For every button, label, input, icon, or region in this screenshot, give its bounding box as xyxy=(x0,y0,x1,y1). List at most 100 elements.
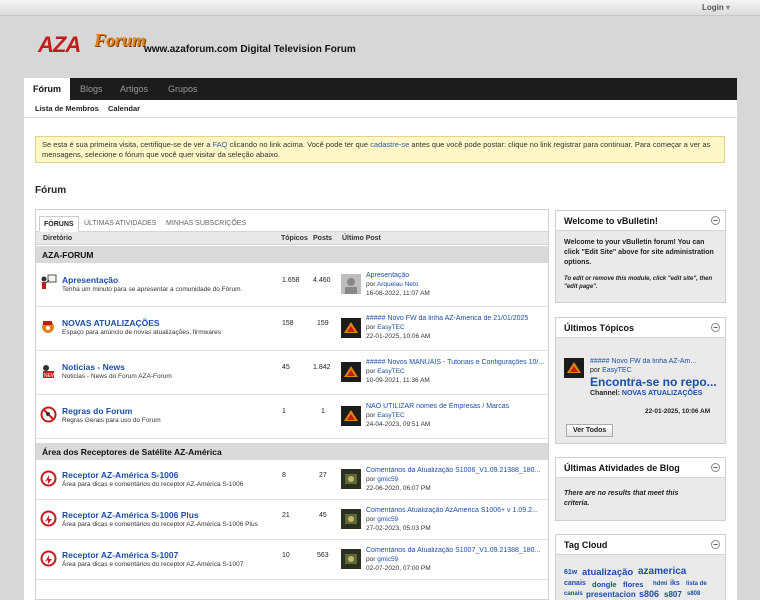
tag-cloud-widget: Tag Cloud − 61w atualização azamerica ca… xyxy=(555,534,726,600)
collapse-icon[interactable]: − xyxy=(711,216,720,225)
subnav-member-list[interactable]: Lista de Membros xyxy=(35,104,99,113)
by-label: por xyxy=(366,516,376,523)
by-label: por xyxy=(590,367,601,374)
user-thumbnail-icon[interactable] xyxy=(341,509,361,529)
by-label: por xyxy=(366,368,376,375)
topic-headline[interactable]: Encontra-se no repo... xyxy=(590,375,722,389)
forum-title[interactable]: Apresentação xyxy=(62,275,118,285)
author-link[interactable]: EasyTEC xyxy=(377,368,404,375)
forum-title[interactable]: Receptor AZ-América S-1006 xyxy=(62,470,178,480)
col-directory: Diretório xyxy=(43,235,73,242)
tag-link[interactable]: azamerica xyxy=(638,566,686,577)
last-post-date: 22-06-2020, 06:07 PM xyxy=(366,485,431,492)
avatar[interactable] xyxy=(341,274,361,294)
forum-title[interactable]: Noticias - News xyxy=(62,362,125,372)
tab-my-subscriptions[interactable]: MINHAS SUBSCRIÇÕES xyxy=(162,216,250,232)
tag-link[interactable]: lista de xyxy=(686,581,707,587)
tag-link[interactable]: canais xyxy=(564,591,583,597)
category-header[interactable]: Área dos Receptores de Satélite AZ-Améri… xyxy=(36,443,548,460)
aza-thumbnail-icon[interactable] xyxy=(341,318,361,338)
forum-description: Área para dicas e comentários do recepto… xyxy=(62,481,244,488)
empty-message: There are no results that meet this crit… xyxy=(564,490,679,507)
tab-blogs[interactable]: Blogs xyxy=(80,78,103,100)
tab-forums[interactable]: FÓRUNS xyxy=(39,216,79,232)
collapse-icon[interactable]: − xyxy=(711,323,720,332)
tag-link[interactable]: s807 xyxy=(664,590,682,599)
post-count: 45 xyxy=(319,512,327,519)
last-post-author: por gmic59 xyxy=(366,476,398,483)
forum-title[interactable]: Receptor AZ-América S-1007 xyxy=(62,550,178,560)
post-count: 1 xyxy=(321,408,325,415)
widget-title: Últimas Atividades de Blog − xyxy=(556,458,725,478)
last-post-title[interactable]: Comentários da Atualização S1007_V1.09.2… xyxy=(366,547,546,554)
tag-link[interactable]: s808 xyxy=(687,591,700,597)
user-thumbnail-icon[interactable] xyxy=(341,549,361,569)
forum-title[interactable]: Regras do Forum xyxy=(62,406,132,416)
logo-aza[interactable]: AZA xyxy=(38,32,81,58)
topic-link[interactable]: ##### Novo FW da linha AZ-Am... xyxy=(590,358,720,365)
last-post-date: 27-02-2023, 05:03 PM xyxy=(366,525,431,532)
forum-row: NOVAS ATUALIZAÇÕES Espaço para anúncio d… xyxy=(36,307,548,351)
view-all-button[interactable]: Ver Todos xyxy=(566,424,614,437)
tag-link[interactable]: iks xyxy=(670,580,680,587)
tab-latest-activity[interactable]: ÚLTIMAS ATIVIDADES xyxy=(80,216,160,232)
last-post-title[interactable]: Comentários Atualização AzAmerica S1006+… xyxy=(366,507,546,514)
last-post-date: 22-01-2025, 10:06 AM xyxy=(366,333,431,340)
last-post-title[interactable]: Apresentação xyxy=(366,272,546,279)
tab-forum[interactable]: Fórum xyxy=(24,78,70,100)
forum-description: Área para dicas e comentários do recepto… xyxy=(62,521,258,528)
faq-link[interactable]: FAQ xyxy=(213,140,228,149)
forum-row: NEWS Noticias - News Noticias - News do … xyxy=(36,351,548,395)
rules-icon xyxy=(40,406,57,423)
author-link[interactable]: EasyTEC xyxy=(377,324,404,331)
topic-count: 158 xyxy=(282,320,294,327)
author-link[interactable]: EasyTEC xyxy=(602,367,632,374)
tab-articles[interactable]: Artigos xyxy=(120,78,148,100)
forum-description: Tenha um minuto para se apresentar a com… xyxy=(62,286,243,293)
last-post-title[interactable]: ##### Novo FW da linha AZ-America de 21/… xyxy=(366,315,546,322)
author-link[interactable]: gmic59 xyxy=(377,556,398,563)
collapse-icon[interactable]: − xyxy=(711,463,720,472)
aza-thumbnail-icon[interactable] xyxy=(341,362,361,382)
update-icon xyxy=(40,318,57,335)
last-post-author: por EasyTEC xyxy=(366,368,405,375)
aza-thumbnail-icon[interactable] xyxy=(564,358,584,378)
last-post-author: por Arquelau Neto xyxy=(366,281,418,288)
login-menu[interactable]: Login ▾ xyxy=(702,3,730,12)
last-post-title[interactable]: Comentários da Atualização S1006_V1.09.2… xyxy=(366,467,546,474)
topic-count: 8 xyxy=(282,472,286,479)
author-link[interactable]: EasyTEC xyxy=(377,412,404,419)
tag-link[interactable]: dongle xyxy=(592,580,617,589)
channel-link[interactable]: NOVAS ATUALIZAÇÕES xyxy=(622,390,702,397)
forum-description: Espaço para anúncio de novas atualizaçõe… xyxy=(62,329,221,336)
login-label[interactable]: Login xyxy=(702,3,724,12)
tag-link[interactable]: presentacion xyxy=(586,590,636,599)
tag-link[interactable]: hdmi xyxy=(653,581,667,587)
author-link[interactable]: Arquelau Neto xyxy=(377,281,419,288)
last-post-author: por EasyTEC xyxy=(366,412,405,419)
tag-link[interactable]: atualização xyxy=(582,567,633,578)
forum-title[interactable]: NOVAS ATUALIZAÇÕES xyxy=(62,318,160,328)
last-post-title[interactable]: NÃO UTILIZAR nomes de Empresas / Marcas xyxy=(366,403,546,410)
author-link[interactable]: gmic59 xyxy=(377,516,398,523)
last-post-title[interactable]: ##### Novos MANUAIS - Tutoriais e Config… xyxy=(366,359,546,366)
forum-row: Apresentação Tenha um minuto para se apr… xyxy=(36,263,548,307)
widget-title-text: Tag Cloud xyxy=(564,540,608,550)
collapse-icon[interactable]: − xyxy=(711,540,720,549)
forum-description: Regras Gerais para uso do Forum xyxy=(62,417,161,424)
tag-link[interactable]: flores xyxy=(623,580,643,589)
tab-groups[interactable]: Grupos xyxy=(168,78,198,100)
register-link[interactable]: cadastre-se xyxy=(370,140,409,149)
by-label: por xyxy=(366,476,376,483)
tag-link[interactable]: canais xyxy=(564,580,586,587)
category-header[interactable]: AZA-FORUM xyxy=(36,246,548,263)
latest-topics-widget: Últimos Tópicos − ##### Novo FW da linha… xyxy=(555,317,726,444)
tag-link[interactable]: 61w xyxy=(564,569,577,576)
tag-link[interactable]: s806 xyxy=(639,589,659,599)
subnav-calendar[interactable]: Calendar xyxy=(108,104,140,113)
forum-title[interactable]: Receptor AZ-América S-1006 Plus xyxy=(62,510,199,520)
user-thumbnail-icon[interactable] xyxy=(341,469,361,489)
author-link[interactable]: gmic59 xyxy=(377,476,398,483)
logo-forum[interactable]: Forum xyxy=(94,30,146,51)
aza-thumbnail-icon[interactable] xyxy=(341,406,361,426)
